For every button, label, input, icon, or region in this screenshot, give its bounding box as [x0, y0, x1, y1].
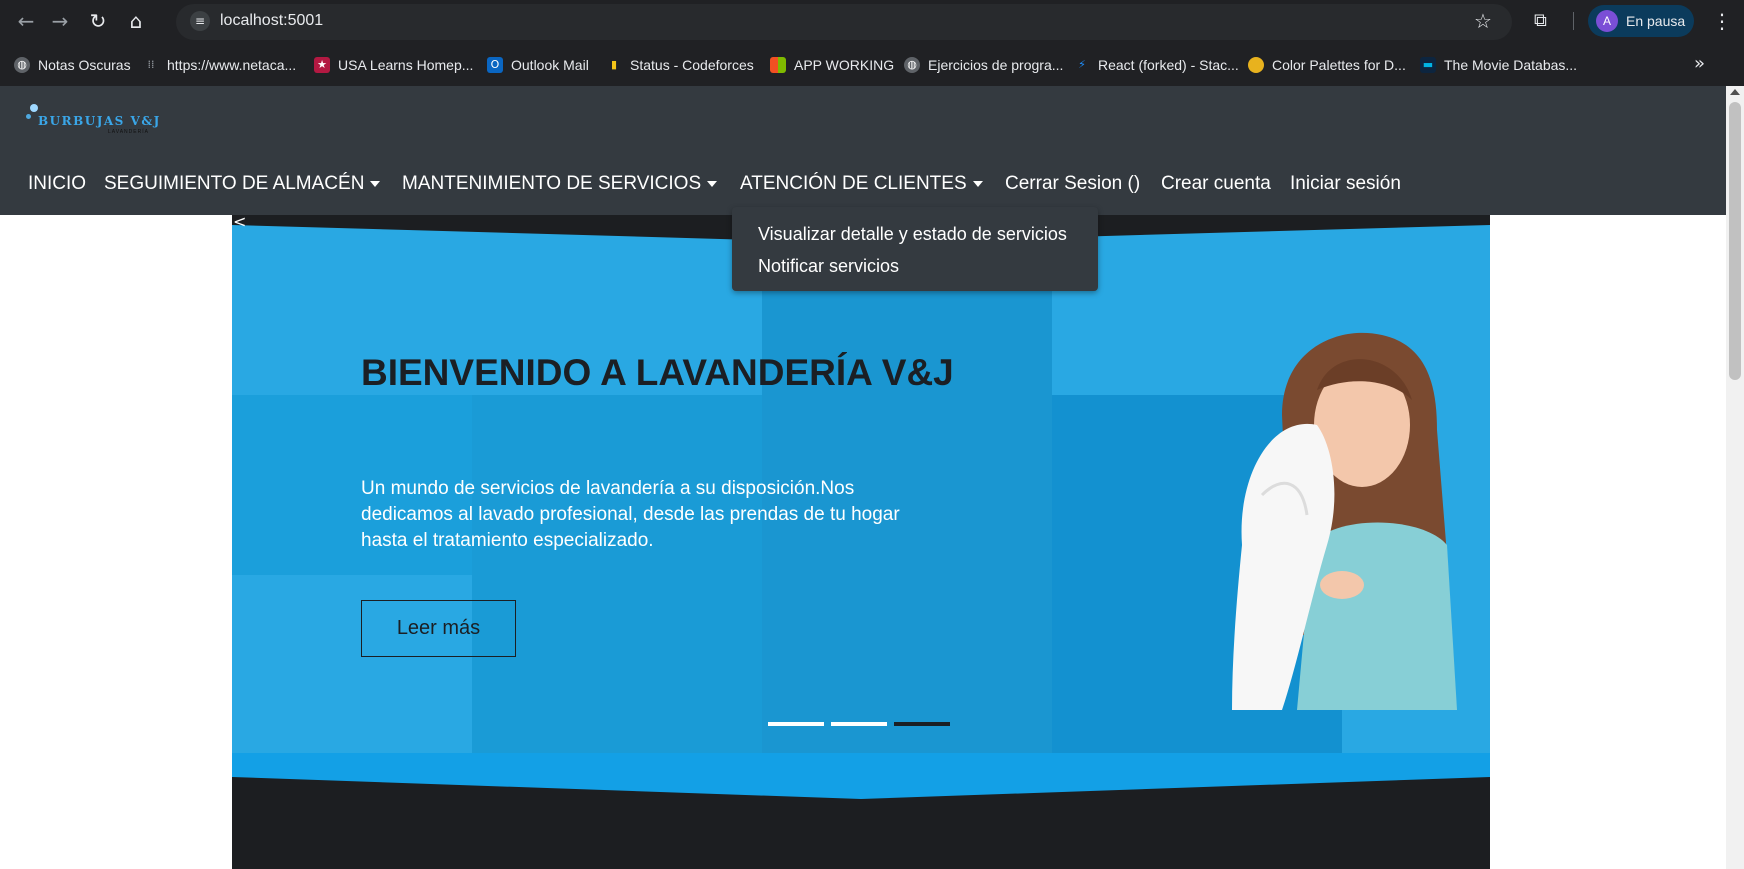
site-navbar — [0, 86, 1726, 215]
bookmark-item[interactable]: APP WORKING — [770, 55, 894, 75]
toolbar-divider — [1573, 12, 1574, 30]
address-bar[interactable] — [176, 4, 1512, 40]
bookmark-item[interactable]: ⁞⁞ https://www.netaca... — [143, 55, 297, 75]
nav-cerrar-sesion[interactable]: Cerrar Sesion () — [1005, 173, 1140, 195]
bookmark-item[interactable]: ◍ Ejercicios de progra... — [904, 55, 1063, 75]
extensions-icon[interactable]: ⧉ — [1534, 9, 1547, 33]
profile-status[interactable]: En pausa — [1626, 13, 1685, 29]
dropdown-item-notificar[interactable]: Notificar servicios — [758, 256, 899, 277]
palette-icon — [1248, 57, 1264, 73]
star-icon[interactable]: ☆ — [1474, 9, 1492, 33]
carousel-prev[interactable]: < — [233, 212, 246, 231]
nav-inicio[interactable]: INICIO — [28, 173, 86, 195]
tmdb-icon: ▬ — [1420, 57, 1436, 73]
bookmark-item[interactable]: ▬ The Movie Databas... — [1420, 55, 1577, 75]
carousel-indicator[interactable] — [768, 722, 824, 726]
bubble-icon — [26, 114, 31, 119]
bookmarks-more-icon[interactable]: » — [1694, 53, 1705, 74]
bookmark-item[interactable]: O Outlook Mail — [487, 55, 589, 75]
nav-crear-cuenta[interactable]: Crear cuenta — [1161, 173, 1271, 195]
microsoft-icon — [770, 57, 786, 73]
carousel-indicator[interactable] — [831, 722, 887, 726]
bookmark-label: Status - Codeforces — [630, 57, 754, 73]
hero-description: Un mundo de servicios de lavandería a su… — [361, 478, 900, 551]
menu-icon[interactable]: ⋮ — [1712, 9, 1732, 33]
forward-icon[interactable]: → — [48, 9, 72, 33]
dropdown-item-visualizar[interactable]: Visualizar detalle y estado de servicios — [758, 224, 1067, 245]
scroll-up-icon[interactable] — [1730, 89, 1740, 95]
bookmark-label: Outlook Mail — [511, 57, 589, 73]
avatar[interactable]: A — [1596, 10, 1618, 32]
scrollbar-thumb[interactable] — [1729, 102, 1741, 380]
site-logo[interactable]: BURBUJAS V&J LAVANDERÍA — [24, 104, 174, 138]
bubble-icon — [30, 104, 38, 112]
globe-icon: ◍ — [14, 57, 30, 73]
nav-mantenimiento-label: MANTENIMIENTO DE SERVICIOS — [402, 173, 702, 194]
atencion-dropdown-menu — [732, 207, 1098, 291]
bookmark-label: Notas Oscuras — [38, 57, 131, 73]
bolt-icon: ⚡ — [1078, 58, 1086, 71]
tune-icon[interactable]: ≡ — [190, 11, 210, 31]
leer-mas-button[interactable]: Leer más — [361, 600, 516, 657]
outlook-icon: O — [487, 57, 503, 73]
globe-icon: ◍ — [904, 57, 920, 73]
nav-atencion-label: ATENCIÓN DE CLIENTES — [740, 173, 967, 194]
logo-text: BURBUJAS V&J — [38, 114, 161, 128]
reload-icon[interactable]: ↻ — [86, 9, 110, 33]
nav-iniciar-sesion[interactable]: Iniciar sesión — [1290, 173, 1401, 195]
star-badge-icon: ★ — [314, 57, 330, 73]
logo-subtext: LAVANDERÍA — [108, 129, 149, 135]
caret-down-icon — [972, 180, 983, 187]
bookmark-item[interactable]: ▮ Status - Codeforces — [606, 55, 754, 75]
bookmark-item[interactable]: Color Palettes for D... — [1248, 55, 1406, 75]
bookmark-label: https://www.netaca... — [167, 57, 297, 73]
caret-down-icon — [707, 180, 718, 187]
bookmark-item[interactable]: ◍ Notas Oscuras — [14, 55, 131, 75]
cisco-icon: ⁞⁞ — [147, 58, 155, 71]
nav-mantenimiento[interactable]: MANTENIMIENTO DE SERVICIOS — [402, 173, 718, 195]
bookmark-label: React (forked) - Stac... — [1098, 57, 1239, 73]
nav-almacen[interactable]: SEGUIMIENTO DE ALMACÉN — [104, 173, 381, 195]
bookmark-item[interactable]: ★ USA Learns Homep... — [314, 55, 473, 75]
codeforces-icon: ▮ — [610, 58, 618, 71]
bookmark-label: USA Learns Homep... — [338, 57, 474, 73]
nav-almacen-label: SEGUIMIENTO DE ALMACÉN — [104, 173, 365, 194]
bookmark-label: Color Palettes for D... — [1272, 57, 1406, 73]
url-text[interactable]: localhost:5001 — [220, 12, 323, 30]
woman-with-towel-image — [1232, 332, 1457, 710]
hero-title: BIENVENIDO A LAVANDERÍA V&J — [361, 352, 954, 393]
home-icon[interactable]: ⌂ — [124, 9, 148, 33]
caret-down-icon — [370, 180, 381, 187]
back-icon[interactable]: ← — [14, 9, 38, 33]
bookmark-label: The Movie Databas... — [1444, 57, 1578, 73]
bookmark-label: APP WORKING — [794, 57, 895, 73]
bookmark-label: Ejercicios de progra... — [928, 57, 1064, 73]
bottom-chevron — [232, 753, 1490, 799]
nav-atencion[interactable]: ATENCIÓN DE CLIENTES — [740, 173, 983, 195]
bookmark-item[interactable]: ⚡ React (forked) - Stac... — [1074, 55, 1239, 75]
carousel-indicator-active[interactable] — [894, 722, 950, 726]
